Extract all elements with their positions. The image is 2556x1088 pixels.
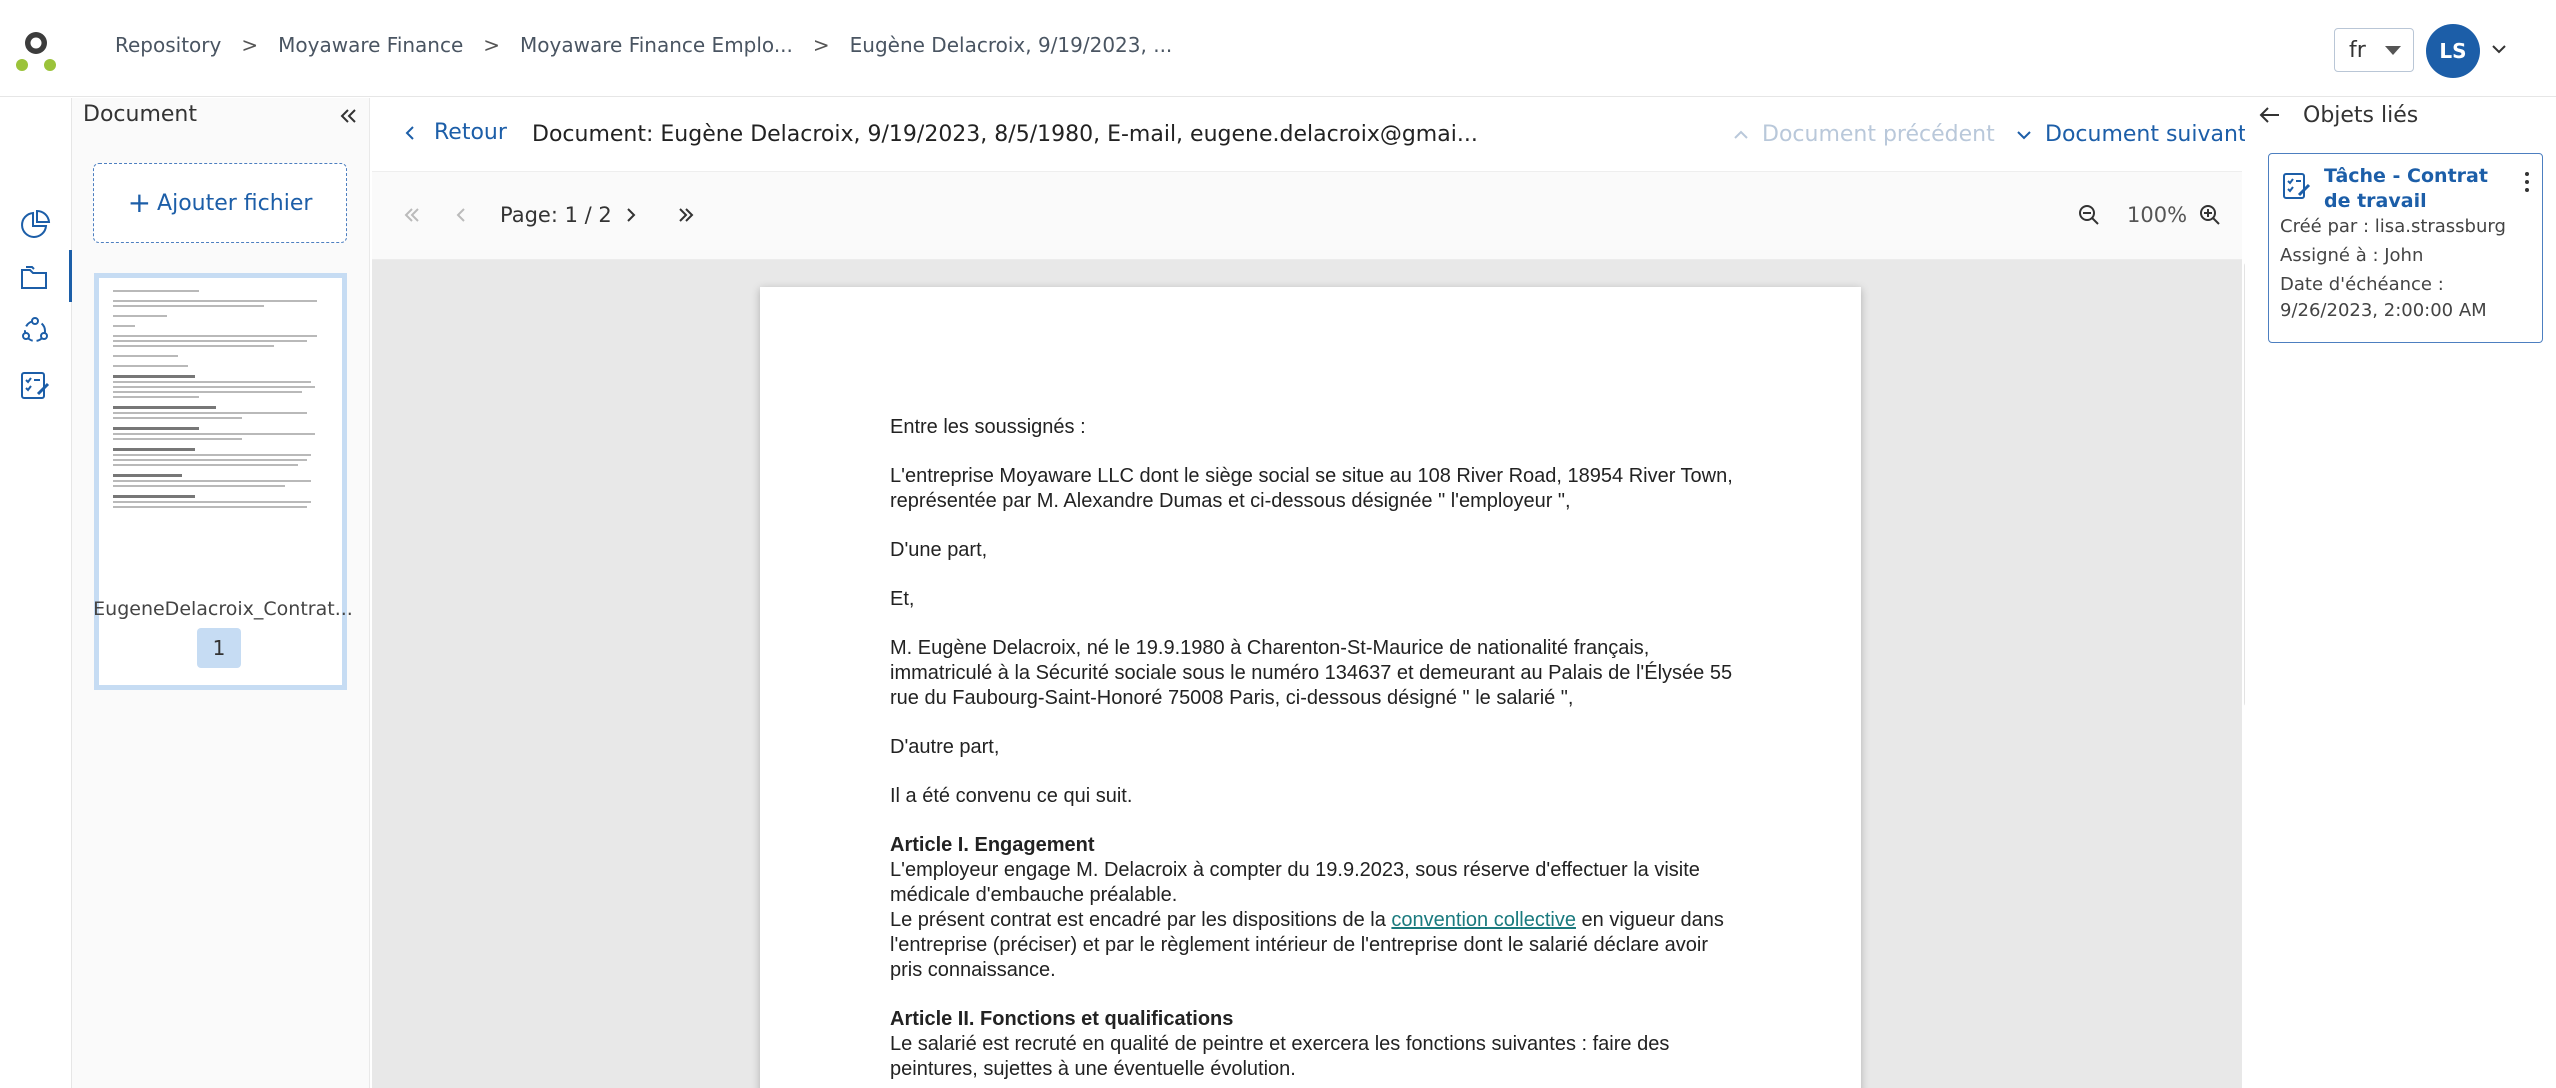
document-title: Document: Eugène Delacroix, 9/19/2023, 8…: [532, 122, 1478, 147]
next-document-label: Document suivant: [2045, 122, 2247, 147]
user-avatar[interactable]: LS: [2426, 24, 2480, 78]
breadcrumb-item-current: Eugène Delacroix, 9/19/2023, ...: [849, 33, 1173, 57]
viewer-header: Retour Document: Eugène Delacroix, 9/19/…: [372, 98, 2247, 172]
breadcrumb-separator: >: [812, 33, 830, 57]
zoom-in-icon[interactable]: [2199, 204, 2221, 226]
breadcrumb-item[interactable]: Moyaware Finance Emplo...: [520, 33, 793, 57]
paragraph: Entre les soussignés :: [890, 416, 1086, 438]
article-text: L'employeur engage M. Delacroix à compte…: [890, 859, 1700, 906]
paragraph: L'entreprise Moyaware LLC dont le siège …: [890, 465, 1733, 512]
last-page-icon[interactable]: [675, 204, 697, 226]
chevron-down-icon: [2017, 130, 2031, 139]
chevron-left-icon: [405, 125, 414, 140]
related-objects-header: Objets liés: [2257, 102, 2418, 128]
related-objects-panel: Objets liés Tâche - Contrat de travail C…: [2245, 98, 2556, 1088]
zoom-out-icon[interactable]: [2078, 204, 2100, 226]
related-objects-title: Objets liés: [2303, 102, 2419, 128]
folder-icon[interactable]: [18, 261, 52, 295]
arrow-left-icon[interactable]: [2257, 102, 2283, 128]
breadcrumb-separator: >: [241, 33, 259, 57]
document-page: Entre les soussignés : L'entreprise Moya…: [760, 287, 1861, 1088]
top-bar: Repository > Moyaware Finance > Moyaware…: [0, 0, 2556, 97]
paragraph: Il a été convenu ce qui suit.: [890, 785, 1133, 807]
article-text: Le présent contrat est encadré par les d…: [890, 909, 1724, 981]
task-due-date: Date d'échéance : 9/26/2023, 2:00:00 AM: [2280, 274, 2487, 321]
back-label: Retour: [434, 120, 507, 145]
page-number-badge[interactable]: 1: [197, 628, 241, 668]
task-title[interactable]: Tâche - Contrat de travail: [2324, 164, 2514, 214]
add-file-label: Ajouter fichier: [157, 190, 313, 216]
document-panel-title: Document: [83, 102, 197, 127]
task-created-by: Créé par : lisa.strassburg: [2280, 216, 2506, 237]
previous-document-button[interactable]: Document précédent: [1732, 122, 1995, 147]
document-canvas[interactable]: Entre les soussignés : L'entreprise Moya…: [372, 260, 2242, 1088]
page-text: Entre les soussignés : L'entreprise Moya…: [890, 415, 1740, 1082]
add-file-button[interactable]: + Ajouter fichier: [93, 163, 347, 243]
breadcrumb-item[interactable]: Repository: [115, 33, 221, 57]
previous-page-icon[interactable]: [450, 204, 472, 226]
chevron-up-icon: [1734, 130, 1748, 139]
paragraph: D'autre part,: [890, 736, 1000, 758]
paragraph: M. Eugène Delacroix, né le 19.9.1980 à C…: [890, 637, 1733, 709]
back-button[interactable]: Retour: [402, 120, 507, 145]
chevron-down-icon[interactable]: [2488, 38, 2510, 60]
article-heading: Article II. Fonctions et qualifications: [890, 1008, 1234, 1030]
language-select[interactable]: fr: [2334, 28, 2414, 72]
breadcrumb-separator: >: [483, 33, 501, 57]
viewer-toolbar: Page: 1 / 2 100%: [372, 172, 2242, 260]
document-panel: Document + Ajouter fichier EugeneDelacro…: [72, 98, 370, 1088]
tasks-icon[interactable]: [18, 368, 52, 402]
workflow-icon[interactable]: [18, 314, 52, 348]
task-assigned-to: Assigné à : John: [2280, 245, 2424, 266]
caret-down-icon: [2385, 46, 2401, 55]
task-icon: [2283, 173, 2311, 199]
more-options-icon[interactable]: [2519, 168, 2535, 196]
task-card[interactable]: Tâche - Contrat de travail Créé par : li…: [2268, 153, 2543, 343]
plus-icon: +: [127, 186, 152, 219]
page-indicator: Page: 1 / 2: [500, 203, 612, 227]
paragraph: D'une part,: [890, 539, 988, 561]
left-nav: [0, 98, 72, 1088]
article-heading: Article I. Engagement: [890, 834, 1095, 856]
paragraph: Et,: [890, 588, 915, 610]
breadcrumb-item[interactable]: Moyaware Finance: [278, 33, 463, 57]
language-value: fr: [2349, 37, 2366, 63]
article-text: Le salarié est recruté en qualité de pei…: [890, 1033, 1670, 1080]
breadcrumb: Repository > Moyaware Finance > Moyaware…: [115, 33, 1172, 57]
next-document-button[interactable]: Document suivant: [2015, 122, 2247, 147]
convention-collective-link[interactable]: convention collective: [1391, 909, 1576, 931]
dashboard-icon[interactable]: [18, 208, 52, 242]
previous-document-label: Document précédent: [1762, 122, 1995, 147]
next-page-icon[interactable]: [620, 204, 642, 226]
zoom-level: 100%: [2127, 203, 2188, 227]
first-page-icon[interactable]: [401, 204, 423, 226]
app-logo[interactable]: [14, 30, 58, 74]
collapse-panel-icon[interactable]: [336, 104, 360, 128]
file-name[interactable]: EugeneDelacroix_Contrat...: [78, 598, 368, 620]
